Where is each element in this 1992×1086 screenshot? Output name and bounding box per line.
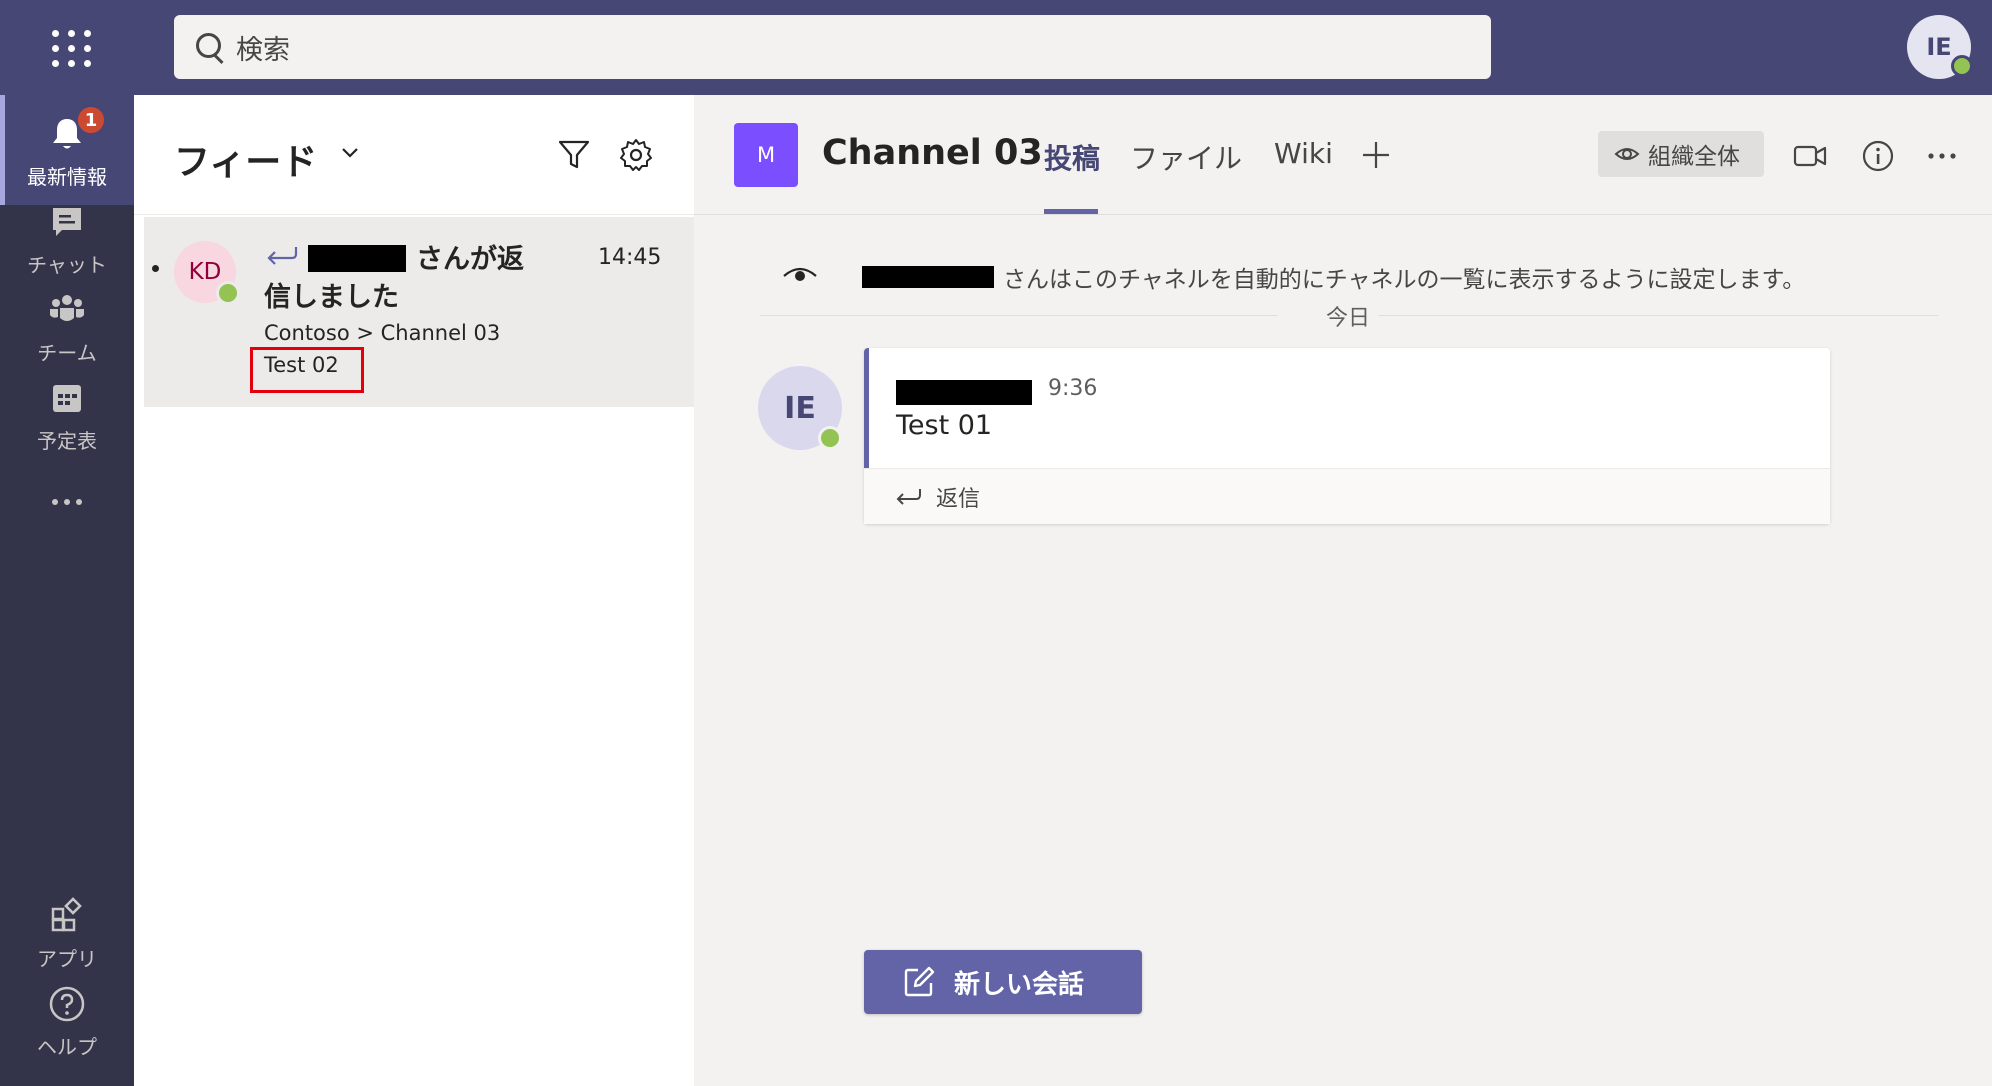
sender-avatar: KD [174, 241, 240, 305]
user-avatar-initials: IE [1926, 33, 1952, 61]
redacted-name [862, 266, 994, 288]
meet-now-icon[interactable] [1792, 139, 1828, 173]
org-wide-label: 組織全体 [1648, 144, 1740, 170]
feed-title[interactable]: フィード [174, 133, 317, 185]
channel-header: M Channel 03 投稿 ファイル Wiki 組織全体 [694, 95, 1992, 215]
message-body: Test 01 [896, 410, 993, 441]
eye-icon [783, 267, 817, 281]
message-time: 9:36 [1048, 376, 1098, 401]
chevron-down-icon[interactable] [340, 143, 360, 163]
new-conversation-label: 新しい会話 [954, 969, 1085, 1000]
eye-icon [1614, 148, 1640, 160]
sender-avatar-initials: KD [188, 259, 222, 285]
feed-item-title-continued: 信しました [264, 282, 399, 313]
apps-icon [51, 897, 82, 932]
help-icon [49, 986, 85, 1022]
gear-icon[interactable] [618, 137, 654, 173]
app-rail: 1 最新情報 チャット チーム 予定表 アプリ ヘルプ [0, 95, 134, 1086]
more-options-icon[interactable] [1924, 139, 1960, 173]
message-accent-bar [864, 348, 869, 468]
feed-item-title: さんが返 [416, 244, 524, 275]
unread-indicator [152, 265, 159, 272]
tab-posts[interactable]: 投稿 [1044, 137, 1100, 177]
message-card[interactable]: 9:36 Test 01 返信 [864, 348, 1830, 524]
redacted-name [896, 380, 1032, 405]
divider [760, 315, 1278, 316]
highlight-box [250, 347, 364, 393]
teams-icon [50, 295, 84, 321]
feed-header: フィード [134, 95, 694, 215]
app-launcher-icon[interactable] [44, 22, 92, 70]
reply-label: 返信 [936, 487, 981, 512]
chat-icon [53, 208, 81, 236]
post-author-avatar[interactable]: IE [758, 366, 842, 450]
redacted-name [308, 245, 406, 272]
rail-more-button[interactable] [0, 447, 134, 557]
new-conversation-button[interactable]: 新しい会話 [864, 950, 1142, 1014]
search-placeholder: 検索 [236, 34, 290, 66]
calendar-icon [53, 385, 81, 412]
team-avatar: M [734, 123, 798, 187]
divider [1378, 315, 1938, 316]
reply-icon [267, 247, 298, 265]
reply-button[interactable]: 返信 [864, 468, 1830, 524]
feed-item-time: 14:45 [598, 245, 662, 270]
system-message: さんはこのチャネルを自動的にチャネルの一覧に表示するように設定します。 [1003, 267, 1806, 293]
post-author-initials: IE [784, 390, 816, 426]
activity-badge: 1 [76, 105, 106, 135]
presence-available-icon [1951, 55, 1973, 77]
rail-item-label: ヘルプ [37, 1035, 97, 1059]
day-separator-label: 今日 [1325, 306, 1370, 331]
feed-item-path: Contoso > Channel 03 [264, 321, 501, 345]
more-horizontal-icon [52, 499, 82, 505]
search-input[interactable]: 検索 [174, 15, 1491, 79]
top-bar: 検索 IE [0, 0, 1992, 95]
user-avatar[interactable]: IE [1907, 15, 1973, 79]
feed-item[interactable]: KD さんが返 信しました 14:45 Contoso > Channel 03… [144, 217, 694, 407]
filter-icon[interactable] [556, 137, 592, 173]
feed-pane: フィード KD さんが返 信しました 14:45 Contoso > Chann… [134, 95, 694, 1086]
tab-files[interactable]: ファイル [1130, 137, 1242, 177]
search-icon [192, 29, 228, 65]
presence-available-icon [818, 426, 842, 450]
reply-icon [896, 489, 921, 505]
presence-available-icon [216, 281, 240, 305]
tab-wiki[interactable]: Wiki [1274, 137, 1333, 170]
add-tab-icon[interactable] [1360, 139, 1392, 171]
compose-icon [904, 966, 935, 997]
info-icon[interactable] [1860, 139, 1896, 173]
org-wide-button[interactable]: 組織全体 [1598, 131, 1764, 177]
rail-item-help[interactable]: ヘルプ [0, 965, 134, 1075]
channel-name: Channel 03 [822, 133, 1043, 173]
active-tab-indicator [1044, 209, 1098, 214]
